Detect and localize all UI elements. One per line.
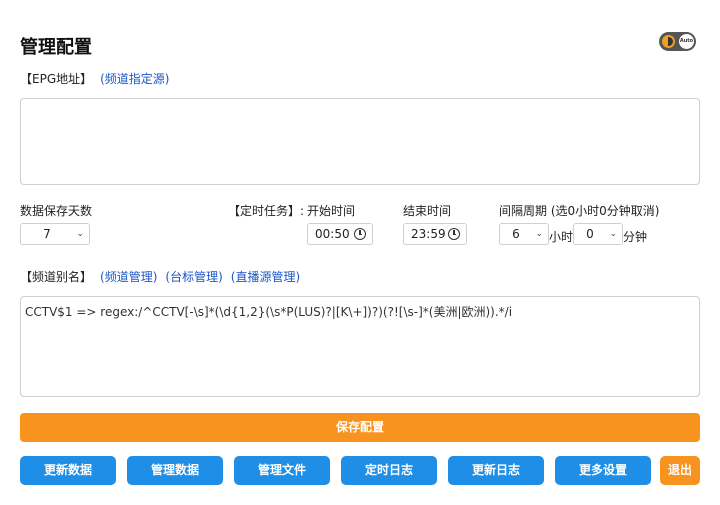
start-time-label: 开始时间 (307, 204, 356, 218)
alias-textarea[interactable]: CCTV$1 => regex:/^CCTV[-\s]*(\d{1,2}(\s*… (20, 296, 700, 397)
keep-days-label: 数据保存天数 (20, 204, 93, 218)
manage-files-button[interactable]: 管理文件 (234, 456, 330, 485)
minutes-unit-label: 分钟 (623, 230, 648, 244)
epg-label: 【EPG地址】 (20, 72, 93, 86)
chevron-down-icon: ⌄ (535, 229, 543, 239)
clock-icon (354, 228, 366, 240)
channel-manage-link[interactable]: (频道管理) (100, 270, 157, 284)
chevron-down-icon: ⌄ (609, 229, 617, 239)
channel-source-link[interactable]: (频道指定源) (100, 72, 169, 86)
interval-label: 间隔周期 (选0小时0分钟取消) (499, 204, 660, 218)
alias-label: 【频道别名】 (20, 270, 93, 284)
half-moon-icon (662, 35, 675, 48)
scheduled-task-label: 【定时任务】: (228, 204, 305, 218)
interval-minutes-value: 0 (586, 227, 594, 241)
auto-theme-label: Auto (679, 34, 694, 49)
live-source-manage-link[interactable]: (直播源管理) (231, 270, 300, 284)
epg-url-textarea[interactable] (20, 98, 700, 185)
schedule-log-button[interactable]: 定时日志 (341, 456, 437, 485)
start-time-input[interactable]: 00:50 (307, 223, 373, 245)
page-title: 管理配置 (20, 37, 92, 58)
logout-button[interactable]: 退出 (660, 456, 700, 485)
start-time-value: 00:50 (315, 227, 350, 241)
update-data-button[interactable]: 更新数据 (20, 456, 116, 485)
more-settings-button[interactable]: 更多设置 (555, 456, 651, 485)
manage-data-button[interactable]: 管理数据 (127, 456, 223, 485)
hours-unit-label: 小时 (549, 230, 574, 244)
keep-days-value: 7 (43, 227, 51, 241)
chevron-down-icon: ⌄ (76, 229, 84, 239)
end-time-label: 结束时间 (403, 204, 452, 218)
save-config-button[interactable]: 保存配置 (20, 413, 700, 442)
end-time-input[interactable]: 23:59 (403, 223, 467, 245)
interval-hours-value: 6 (512, 227, 520, 241)
epg-label-row: 【EPG地址】 (频道指定源) (20, 70, 170, 87)
theme-toggle[interactable]: Auto (659, 32, 696, 51)
update-log-button[interactable]: 更新日志 (448, 456, 544, 485)
logo-manage-link[interactable]: (台标管理) (165, 270, 222, 284)
interval-minutes-select[interactable]: 0 ⌄ (573, 223, 623, 245)
clock-icon (448, 228, 460, 240)
interval-hours-select[interactable]: 6 ⌄ (499, 223, 549, 245)
keep-days-select[interactable]: 7 ⌄ (20, 223, 90, 245)
alias-label-row: 【频道别名】 (频道管理) (台标管理) (直播源管理) (20, 268, 300, 285)
end-time-value: 23:59 (411, 227, 446, 241)
